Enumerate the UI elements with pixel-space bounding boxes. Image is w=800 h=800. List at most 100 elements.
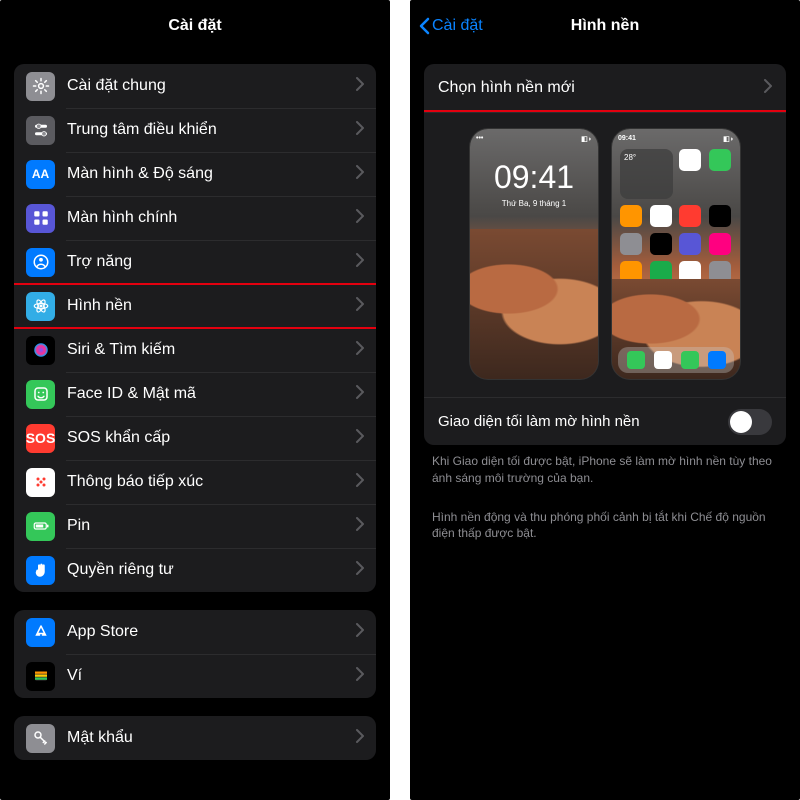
battery-icon (26, 512, 55, 541)
back-label: Cài đặt (432, 17, 483, 35)
settings-row-control[interactable]: Trung tâm điều khiển (14, 108, 376, 152)
sos-icon: SOS (26, 424, 55, 453)
settings-row-label: Face ID & Mật mã (67, 385, 356, 403)
display-icon: AA (26, 160, 55, 189)
chevron-right-icon (356, 561, 364, 580)
chevron-right-icon (356, 165, 364, 184)
settings-list[interactable]: Cài đặt chungTrung tâm điều khiểnAAMàn h… (0, 46, 390, 800)
wallpaper-screen: Cài đặt Hình nền Chọn hình nền mới •••◧◗… (410, 0, 800, 800)
app-icon (620, 205, 642, 227)
settings-row-label: Ví (67, 667, 356, 685)
footer-note-2: Hình nền động và thu phóng phối cảnh bị … (410, 501, 800, 543)
lock-clock: 09:41 (470, 159, 598, 196)
wallet-icon (26, 662, 55, 691)
settings-row-label: Siri & Tìm kiếm (67, 341, 356, 359)
chevron-right-icon (356, 473, 364, 492)
homescreen-preview[interactable]: 09:41◧◗ 28° (612, 129, 740, 379)
siri-icon (26, 336, 55, 365)
settings-row-faceid[interactable]: Face ID & Mật mã (14, 372, 376, 416)
navbar-settings: Cài đặt (0, 6, 390, 46)
app-icon (709, 149, 731, 171)
settings-row-wallet[interactable]: Ví (14, 654, 376, 698)
app-icon (709, 233, 731, 255)
page-title: Hình nền (571, 17, 639, 35)
app-icon (650, 205, 672, 227)
settings-row-accessibility[interactable]: Trợ năng (14, 240, 376, 284)
chevron-right-icon (356, 729, 364, 748)
app-icon (650, 233, 672, 255)
settings-row-label: Mật khẩu (67, 729, 356, 747)
back-button[interactable]: Cài đặt (418, 17, 483, 35)
settings-row-label: Pin (67, 517, 356, 535)
settings-row-privacy[interactable]: Quyền riêng tư (14, 548, 376, 592)
dock-app-icon (681, 351, 699, 369)
settings-row-label: Cài đặt chung (67, 77, 356, 95)
chevron-left-icon (418, 17, 430, 35)
settings-row-display[interactable]: AAMàn hình & Độ sáng (14, 152, 376, 196)
chevron-right-icon (356, 253, 364, 272)
settings-row-general[interactable]: Cài đặt chung (14, 64, 376, 108)
footer-note-1: Khi Giao diện tối được bật, iPhone sẽ là… (410, 445, 800, 487)
dock (618, 347, 734, 373)
settings-row-label: Trợ năng (67, 253, 356, 271)
chevron-right-icon (356, 341, 364, 360)
lock-date: Thứ Ba, 9 tháng 1 (470, 199, 598, 208)
status-bar: •••◧◗ (476, 135, 592, 143)
settings-group: Cài đặt chungTrung tâm điều khiểnAAMàn h… (14, 64, 376, 592)
app-icon (679, 205, 701, 227)
general-icon (26, 72, 55, 101)
chevron-right-icon (356, 517, 364, 536)
choose-wallpaper-row[interactable]: Chọn hình nền mới (424, 64, 786, 112)
passwords-icon (26, 724, 55, 753)
settings-row-sos[interactable]: SOS SOS khẩn cấp (14, 416, 376, 460)
app-icon (709, 205, 731, 227)
chevron-right-icon (764, 79, 772, 98)
chevron-right-icon (356, 623, 364, 642)
wallpaper-group: Chọn hình nền mới •••◧◗ 09:41 Thứ Ba, 9 … (424, 64, 786, 445)
appstore-icon (26, 618, 55, 647)
app-icon (679, 149, 701, 171)
control-icon (26, 116, 55, 145)
privacy-icon (26, 556, 55, 585)
settings-row-label: SOS khẩn cấp (67, 429, 356, 447)
wallpaper-art (470, 229, 598, 379)
dim-wallpaper-label: Giao diện tối làm mờ hình nền (438, 413, 728, 430)
lockscreen-preview[interactable]: •••◧◗ 09:41 Thứ Ba, 9 tháng 1 (470, 129, 598, 379)
chevron-right-icon (356, 429, 364, 448)
settings-row-label: App Store (67, 623, 356, 641)
accessibility-icon (26, 248, 55, 277)
chevron-right-icon (356, 385, 364, 404)
exposure-icon (26, 468, 55, 497)
app-icon (679, 233, 701, 255)
settings-row-passwords[interactable]: Mật khẩu (14, 716, 376, 760)
dim-wallpaper-switch[interactable] (728, 409, 772, 435)
faceid-icon (26, 380, 55, 409)
settings-row-label: Màn hình chính (67, 209, 356, 227)
settings-row-siri[interactable]: Siri & Tìm kiếm (14, 328, 376, 372)
page-title: Cài đặt (168, 17, 221, 35)
app-icon (620, 233, 642, 255)
dock-app-icon (627, 351, 645, 369)
settings-row-exposure[interactable]: Thông báo tiếp xúc (14, 460, 376, 504)
settings-row-label: Thông báo tiếp xúc (67, 473, 356, 491)
weather-widget: 28° (620, 149, 673, 199)
choose-wallpaper-label: Chọn hình nền mới (438, 79, 764, 97)
settings-group: App Store Ví (14, 610, 376, 698)
settings-row-label: Hình nền (67, 297, 356, 315)
wallpaper-icon (26, 292, 55, 321)
dim-wallpaper-row[interactable]: Giao diện tối làm mờ hình nền (424, 397, 786, 445)
settings-row-label: Trung tâm điều khiển (67, 121, 356, 139)
settings-row-wallpaper[interactable]: Hình nền (14, 284, 376, 328)
chevron-right-icon (356, 209, 364, 228)
home-icon (26, 204, 55, 233)
settings-row-home[interactable]: Màn hình chính (14, 196, 376, 240)
settings-row-appstore[interactable]: App Store (14, 610, 376, 654)
chevron-right-icon (356, 297, 364, 316)
status-bar: 09:41◧◗ (618, 135, 734, 143)
settings-group: Mật khẩu (14, 716, 376, 760)
wallpaper-previews: •••◧◗ 09:41 Thứ Ba, 9 tháng 1 09:41◧◗ 28… (424, 112, 786, 397)
dock-app-icon (654, 351, 672, 369)
chevron-right-icon (356, 121, 364, 140)
chevron-right-icon (356, 77, 364, 96)
settings-row-battery[interactable]: Pin (14, 504, 376, 548)
